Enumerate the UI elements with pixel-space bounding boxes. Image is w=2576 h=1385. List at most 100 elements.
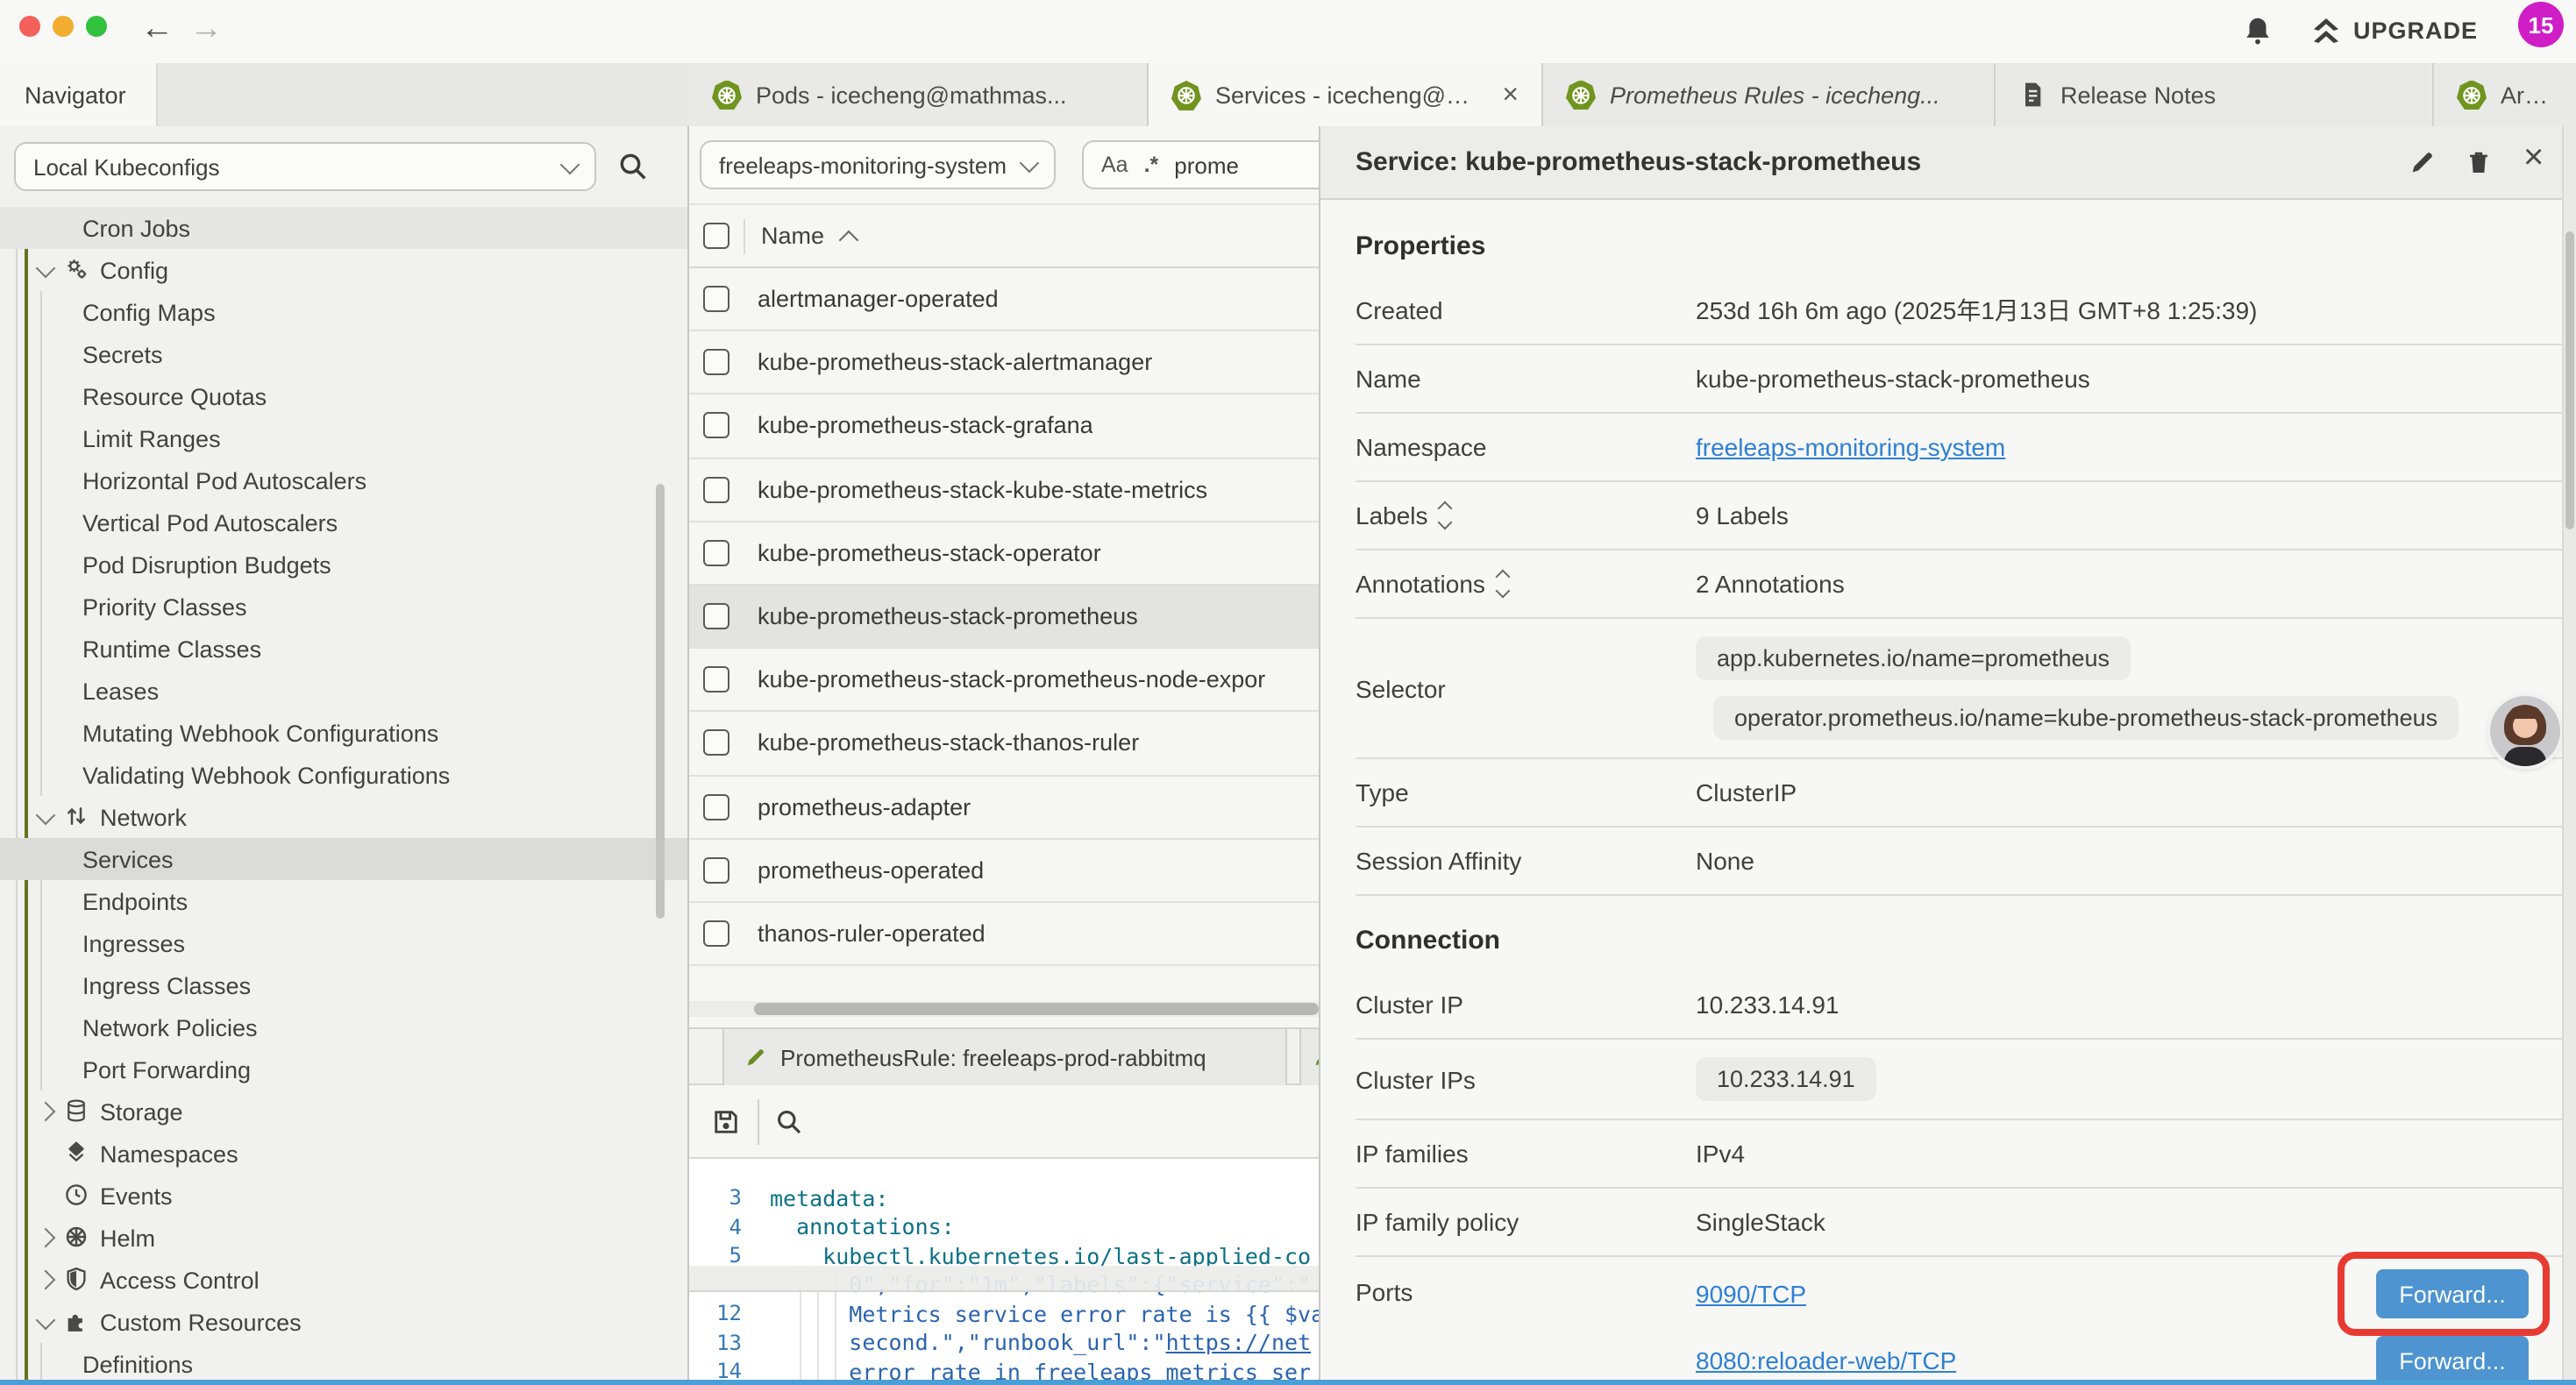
sidebar-item-network[interactable]: Network [0,796,689,838]
back-arrow-icon[interactable]: ← [140,0,174,63]
sidebar-item-pod-disruption-budgets[interactable]: Pod Disruption Budgets [0,543,689,586]
user-avatar[interactable] [2490,696,2560,766]
table-row-kube-prometheus-stack-grafana[interactable]: kube-prometheus-stack-grafana [689,395,1319,458]
chevron-down-icon[interactable] [36,258,56,278]
port-link[interactable]: 8080:reloader-web/TCP [1696,1346,1956,1374]
sidebar-item-priority-classes[interactable]: Priority Classes [0,586,689,628]
table-row-kube-prometheus-stack-kube-state-metrics[interactable]: kube-prometheus-stack-kube-state-metrics [689,458,1319,522]
row-checkbox[interactable] [703,857,729,884]
yaml-editor[interactable]: 3metadata:4 annotations:5 kubectl.kubern… [689,1159,1319,1380]
close-window-button[interactable] [19,16,40,37]
editor-hscrollbar-overlay[interactable] [689,1266,1319,1292]
sidebar-item-ingress-classes[interactable]: Ingress Classes [0,964,689,1006]
sidebar-item-horizontal-pod-autoscalers[interactable]: Horizontal Pod Autoscalers [0,459,689,501]
row-checkbox[interactable] [703,540,729,566]
table-row-alertmanager-operated[interactable]: alertmanager-operated [689,268,1319,331]
sidebar-item-mutating-webhook-configurations[interactable]: Mutating Webhook Configurations [0,712,689,754]
sidebar-item-port-forwarding[interactable]: Port Forwarding [0,1048,689,1090]
table-row-kube-prometheus-stack-prometheus-node-expor[interactable]: kube-prometheus-stack-prometheus-node-ex… [689,649,1319,712]
table-row-kube-prometheus-stack-thanos-ruler[interactable]: kube-prometheus-stack-thanos-ruler [689,713,1319,776]
sidebar-item-limit-ranges[interactable]: Limit Ranges [0,417,689,459]
table-row-prometheus-operated[interactable]: prometheus-operated [689,840,1319,903]
sidebar-item-network-policies[interactable]: Network Policies [0,1006,689,1048]
sort-toggle-icon[interactable] [1498,572,1508,596]
match-case-icon[interactable]: Aa [1101,153,1128,177]
sidebar-scrollbar[interactable] [656,484,665,919]
horizontal-scrollbar[interactable] [754,1003,1319,1015]
close-icon[interactable]: × [2523,138,2544,179]
row-checkbox[interactable] [703,413,729,439]
row-checkbox[interactable] [703,476,729,502]
row-checkbox[interactable] [703,667,729,693]
sidebar-item-cron-jobs[interactable]: Cron Jobs [0,207,689,249]
sidebar-item-namespaces[interactable]: Namespaces [0,1133,689,1175]
sidebar-item-events[interactable]: Events [0,1175,689,1217]
chevron-down-icon[interactable] [36,805,56,825]
table-row-thanos-ruler-operated[interactable]: thanos-ruler-operated [689,903,1319,966]
editor-tab[interactable]: PrometheusRule: freeleaps-prod-rabbitmq [722,1029,1287,1085]
row-checkbox[interactable] [703,920,729,947]
tab-release-notes[interactable]: Release Notes [1996,63,2434,126]
chevron-right-icon[interactable] [36,1270,56,1290]
notification-badge[interactable]: 15 [2518,2,2564,47]
forward-arrow-icon[interactable]: → [189,0,223,63]
sidebar-item-definitions[interactable]: Definitions [0,1343,689,1380]
minimize-window-button[interactable] [53,16,74,37]
details-scrollbar[interactable] [2565,231,2574,529]
chevron-right-icon[interactable] [36,1228,56,1248]
sidebar-item-endpoints[interactable]: Endpoints [0,880,689,922]
row-checkbox[interactable] [703,793,729,820]
sidebar-item-validating-webhook-configurations[interactable]: Validating Webhook Configurations [0,754,689,796]
sidebar-item-helm[interactable]: Helm [0,1217,689,1259]
kubeconfig-select[interactable]: Local Kubeconfigs [14,142,596,191]
code-link[interactable]: https://net [1166,1330,1312,1356]
sidebar-item-config-maps[interactable]: Config Maps [0,291,689,333]
list-search-input[interactable]: Aa .* prome [1082,140,1319,189]
row-checkbox[interactable] [703,350,729,376]
tab-argo-se[interactable]: Argo Se [2434,63,2576,126]
table-row-kube-prometheus-stack-operator[interactable]: kube-prometheus-stack-operator [689,522,1319,586]
sidebar-item-ingresses[interactable]: Ingresses [0,922,689,964]
editor-tab-partial[interactable] [1299,1029,1319,1085]
row-checkbox[interactable] [703,730,729,756]
sort-asc-icon[interactable] [839,230,859,250]
tab-pods-icecheng-mathma[interactable]: Pods - icecheng@mathmas... [689,63,1149,126]
sidebar-item-access-control[interactable]: Access Control [0,1259,689,1301]
port-link[interactable]: 9090/TCP [1696,1280,1806,1308]
chevron-down-icon[interactable] [36,1310,56,1330]
sidebar-item-resource-quotas[interactable]: Resource Quotas [0,375,689,417]
zoom-window-button[interactable] [86,16,107,37]
sidebar-item-vertical-pod-autoscalers[interactable]: Vertical Pod Autoscalers [0,501,689,543]
bell-icon[interactable] [2241,14,2274,47]
tab-prometheus-rules-ice[interactable]: Prometheus Rules - icecheng... [1543,63,1996,126]
sidebar-item-config[interactable]: Config [0,249,689,291]
regex-icon[interactable]: .* [1144,153,1159,177]
namespace-link[interactable]: freeleaps-monitoring-system [1696,433,2005,461]
tab-services-icecheng-ma[interactable]: Services - icecheng@math...× [1149,63,1543,128]
trash-icon[interactable] [2464,147,2494,177]
forward-button[interactable]: Forward... [2376,1336,2529,1380]
row-checkbox[interactable] [703,603,729,629]
save-icon[interactable] [710,1106,742,1138]
sidebar-item-secrets[interactable]: Secrets [0,333,689,375]
upgrade-icon[interactable] [2308,12,2345,49]
name-column-header[interactable]: Name [761,223,824,249]
row-checkbox[interactable] [703,286,729,312]
sidebar-item-custom-resources[interactable]: Custom Resources [0,1301,689,1343]
upgrade-label[interactable]: UPGRADE [2353,0,2478,63]
sidebar-item-storage[interactable]: Storage [0,1090,689,1133]
sidebar-search-icon[interactable] [616,149,651,184]
navigator-tab[interactable]: Navigator [0,63,158,126]
close-tab-icon[interactable]: × [1502,82,1519,110]
chevron-right-icon[interactable] [36,1102,56,1122]
namespace-select[interactable]: freeleaps-monitoring-system [700,140,1056,189]
table-row-kube-prometheus-stack-prometheus[interactable]: kube-prometheus-stack-prometheus [689,586,1319,649]
sidebar-item-leases[interactable]: Leases [0,670,689,712]
select-all-checkbox[interactable] [703,223,729,249]
table-row-prometheus-adapter[interactable]: prometheus-adapter [689,776,1319,839]
table-row-kube-prometheus-stack-alertmanager[interactable]: kube-prometheus-stack-alertmanager [689,331,1319,394]
sort-toggle-icon[interactable] [1441,503,1451,528]
editor-search-icon[interactable] [773,1106,805,1138]
edit-pencil-icon[interactable] [2408,147,2437,177]
sidebar-item-runtime-classes[interactable]: Runtime Classes [0,628,689,670]
